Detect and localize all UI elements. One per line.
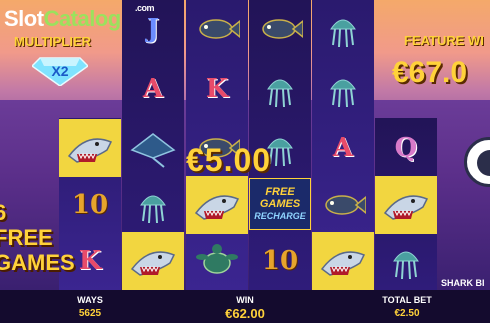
shark-symbol-icon bbox=[122, 232, 184, 290]
shark-bite-label: SHARK BI bbox=[441, 278, 485, 288]
jellyfish-symbol-icon bbox=[312, 60, 374, 118]
line-win-amount: €5.00 bbox=[186, 142, 272, 178]
jellyfish-symbol-icon bbox=[375, 232, 437, 290]
multiplier-value: X2 bbox=[51, 63, 68, 79]
multiplier-label: MULTIPLIER bbox=[14, 34, 92, 49]
total-bet-value: €2.50 bbox=[394, 308, 420, 319]
feature-win-label: FEATURE WI bbox=[404, 33, 484, 48]
total-bet-label: TOTAL BET bbox=[382, 295, 432, 305]
shark-symbol-icon bbox=[186, 176, 248, 234]
free-games-recharge-symbol: FREE GAMES RECHARGE bbox=[249, 178, 311, 230]
ways-value: 5625 bbox=[78, 308, 102, 319]
symbol-10: 10 bbox=[261, 246, 299, 276]
symbol-a: A bbox=[142, 74, 164, 104]
ray-symbol-icon bbox=[122, 119, 184, 177]
symbol-k: K bbox=[205, 74, 229, 104]
symbol-q: Q bbox=[394, 133, 418, 163]
feature-win-value: €67.0 bbox=[392, 56, 468, 89]
reel-5: A bbox=[312, 0, 374, 290]
win-label: WIN bbox=[236, 295, 254, 305]
fish-symbol-icon bbox=[249, 0, 311, 58]
free-games-remaining: 6 FREE GAMES bbox=[0, 200, 75, 275]
diamond-multiplier-icon: X2 bbox=[30, 54, 90, 87]
reel-6: Q bbox=[375, 118, 437, 290]
ways-label: WAYS bbox=[77, 295, 103, 305]
shark-symbol-icon bbox=[312, 232, 374, 290]
fish-symbol-icon bbox=[312, 176, 374, 234]
symbol-a: A bbox=[332, 133, 354, 163]
watermark-logo: SlotCatalog .com bbox=[4, 3, 155, 31]
jellyfish-symbol-icon bbox=[249, 60, 311, 118]
turtle-symbol-icon bbox=[186, 232, 248, 290]
fish-symbol-icon bbox=[186, 0, 248, 58]
shark-symbol-icon bbox=[375, 176, 437, 234]
shark-symbol-icon bbox=[59, 119, 121, 177]
jellyfish-symbol-icon bbox=[122, 176, 184, 234]
spin-arrows-icon bbox=[477, 150, 490, 176]
win-value: €62.00 bbox=[225, 306, 265, 321]
reel-2: JA bbox=[122, 0, 184, 290]
jellyfish-symbol-icon bbox=[312, 0, 374, 58]
